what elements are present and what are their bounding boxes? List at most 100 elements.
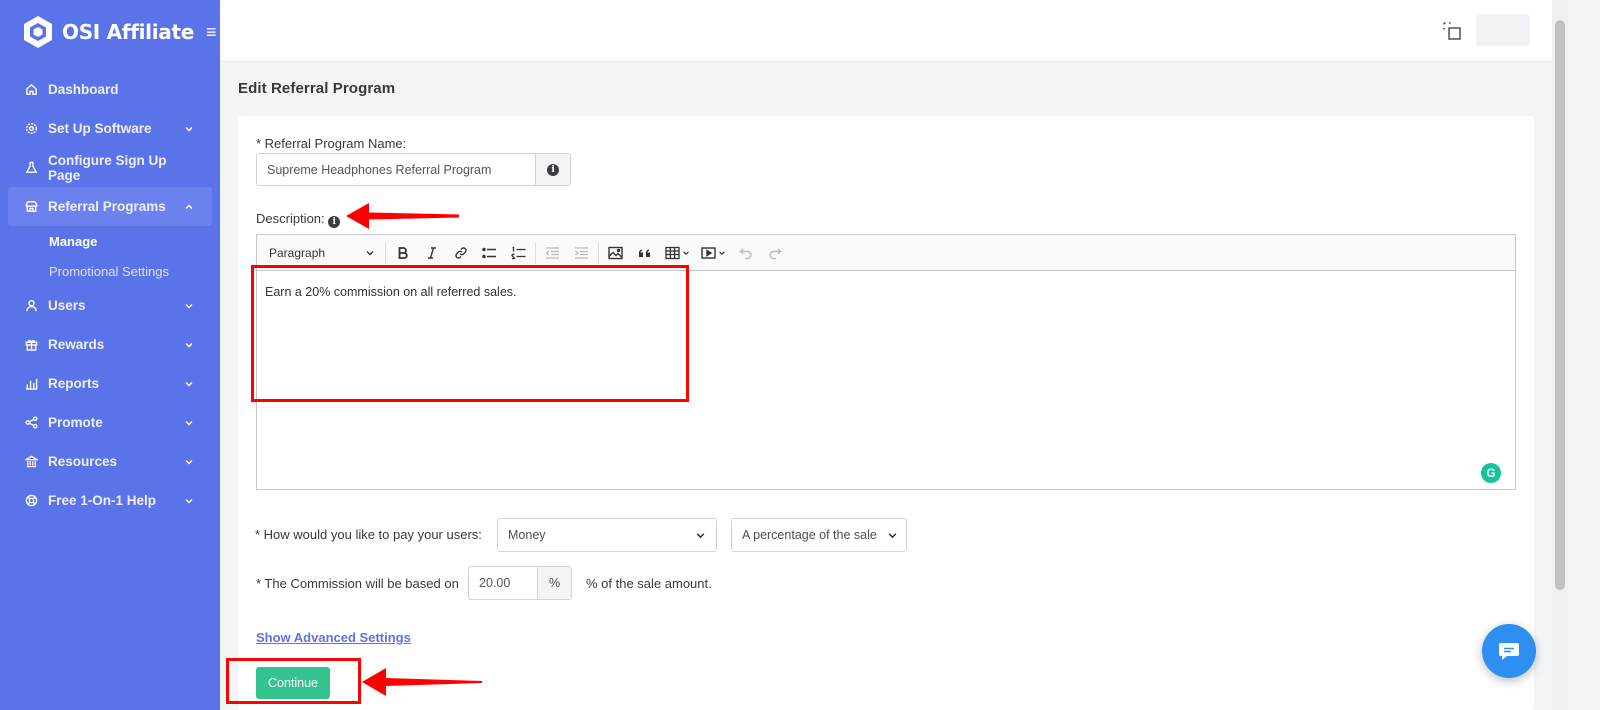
- pay-method-select[interactable]: Money: [497, 518, 717, 552]
- sidebar-item-label: Users: [48, 298, 86, 313]
- home-icon: [24, 83, 38, 97]
- toolbar-separator: [385, 241, 386, 264]
- sidebar-item-label: Free 1-On-1 Help: [48, 493, 157, 508]
- grammarly-icon[interactable]: G: [1481, 463, 1501, 483]
- chevron-down-icon: [682, 250, 689, 255]
- brand-name: OSI Affiliate: [62, 20, 194, 44]
- program-name-label: * Referral Program Name:: [256, 136, 407, 151]
- info-icon: i: [547, 163, 560, 176]
- italic-icon: [427, 246, 436, 259]
- quote-icon: [638, 249, 650, 257]
- page-scrollbar[interactable]: [1552, 0, 1568, 710]
- redo-button[interactable]: [760, 239, 789, 267]
- sidebar-item-label: Referral Programs: [48, 199, 166, 214]
- commission-group: %: [468, 566, 572, 600]
- description-label-row: Description: i: [256, 211, 341, 228]
- media-icon: [700, 246, 716, 259]
- program-name-group: i: [256, 153, 571, 186]
- description-label: Description:: [256, 211, 325, 226]
- sidebar-item-label: Set Up Software: [48, 121, 152, 136]
- sidebar-item-users[interactable]: Users: [0, 286, 220, 325]
- chevron-down-icon: [718, 250, 725, 255]
- commission-input[interactable]: [469, 567, 537, 599]
- chevron-up-icon: [185, 204, 193, 209]
- chevron-down-icon: [185, 420, 193, 425]
- blockquote-button[interactable]: [630, 239, 659, 267]
- show-advanced-settings-link[interactable]: Show Advanced Settings: [256, 630, 411, 645]
- program-name-input[interactable]: [257, 154, 536, 185]
- link-icon: [454, 246, 467, 259]
- sidebar-item-label: Reports: [48, 376, 100, 391]
- top-bar: [220, 0, 1552, 62]
- numbered-list-icon: [511, 246, 526, 259]
- annotation-box-description: [251, 265, 689, 402]
- pay-basis-select[interactable]: A percentage of the sale: [731, 518, 907, 552]
- pay-method-label: * How would you like to pay your users:: [255, 527, 482, 542]
- sidebar-nav: Dashboard Set Up Software Configure Sign…: [0, 70, 220, 520]
- bold-icon: [398, 246, 408, 259]
- bold-button[interactable]: [388, 239, 417, 267]
- flask-icon: [24, 161, 38, 175]
- decrease-indent-button[interactable]: [538, 239, 567, 267]
- bulleted-list-button[interactable]: [475, 239, 504, 267]
- chevron-down-icon: [366, 250, 374, 255]
- program-name-info-addon[interactable]: i: [535, 154, 570, 185]
- bar-chart-icon: [24, 377, 38, 391]
- user-icon: [24, 299, 38, 313]
- sidebar-item-reports[interactable]: Reports: [0, 364, 220, 403]
- sidebar-item-label: Configure Sign Up Page: [48, 152, 167, 183]
- sidebar-item-label: Resources: [48, 454, 118, 469]
- table-icon: [664, 246, 680, 259]
- sidebar-subitem-promotional-settings[interactable]: Promotional Settings: [0, 256, 220, 286]
- brand: OSI Affiliate ≡: [0, 0, 220, 64]
- sidebar-item-set-up-software[interactable]: Set Up Software: [0, 109, 220, 148]
- sidebar-item-free-help[interactable]: Free 1-On-1 Help: [0, 481, 220, 520]
- sidebar-item-label: Dashboard: [48, 82, 119, 97]
- increase-indent-button[interactable]: [567, 239, 596, 267]
- insert-media-button[interactable]: [695, 239, 731, 267]
- description-info-icon[interactable]: i: [328, 216, 341, 228]
- undo-icon: [739, 248, 752, 259]
- lifebuoy-icon: [24, 494, 38, 508]
- link-button[interactable]: [446, 239, 475, 267]
- format-select[interactable]: Paragraph: [261, 240, 383, 266]
- sidebar-item-dashboard[interactable]: Dashboard: [0, 70, 220, 109]
- share-icon: [24, 416, 38, 430]
- edit-program-card: * Referral Program Name: i Description: …: [238, 116, 1534, 710]
- image-icon: [608, 246, 623, 259]
- chat-widget-button[interactable]: [1482, 624, 1536, 678]
- fullscreen-icon[interactable]: [1442, 21, 1462, 41]
- numbered-list-button[interactable]: [504, 239, 533, 267]
- store-icon: [24, 200, 38, 214]
- format-select-value: Paragraph: [269, 245, 326, 260]
- commission-unit: %: [537, 567, 571, 599]
- sidebar-item-label: Promote: [48, 415, 103, 430]
- hamburger-menu-icon[interactable]: ≡: [206, 22, 217, 43]
- sidebar-item-referral-programs[interactable]: Referral Programs: [8, 187, 212, 226]
- gear-icon: [24, 122, 38, 136]
- chevron-down-icon: [185, 498, 193, 503]
- hexagon-logo-icon: [24, 16, 52, 48]
- page-title: Edit Referral Program: [238, 80, 396, 97]
- pay-basis-value: A percentage of the sale: [742, 528, 877, 542]
- sidebar-item-resources[interactable]: Resources: [0, 442, 220, 481]
- italic-button[interactable]: [417, 239, 446, 267]
- sidebar-item-rewards[interactable]: Rewards: [0, 325, 220, 364]
- sidebar-item-configure-sign-up-page[interactable]: Configure Sign Up Page: [0, 148, 220, 187]
- scrollbar-thumb[interactable]: [1555, 20, 1565, 590]
- commission-suffix: % of the sale amount.: [586, 576, 712, 591]
- insert-table-button[interactable]: [659, 239, 695, 267]
- undo-button[interactable]: [731, 239, 760, 267]
- toolbar-separator: [535, 241, 536, 264]
- sidebar-item-promote[interactable]: Promote: [0, 403, 220, 442]
- avatar[interactable]: [1476, 14, 1530, 46]
- outdent-icon: [545, 246, 559, 259]
- chevron-down-icon: [185, 303, 193, 308]
- chevron-down-icon: [185, 381, 193, 386]
- sidebar: OSI Affiliate ≡ Dashboard Set Up Softwar…: [0, 0, 220, 710]
- insert-image-button[interactable]: [601, 239, 630, 267]
- annotation-box-continue: [226, 658, 361, 704]
- bulleted-list-icon: [482, 247, 496, 258]
- indent-icon: [575, 246, 588, 259]
- sidebar-subitem-manage[interactable]: Manage: [0, 226, 220, 256]
